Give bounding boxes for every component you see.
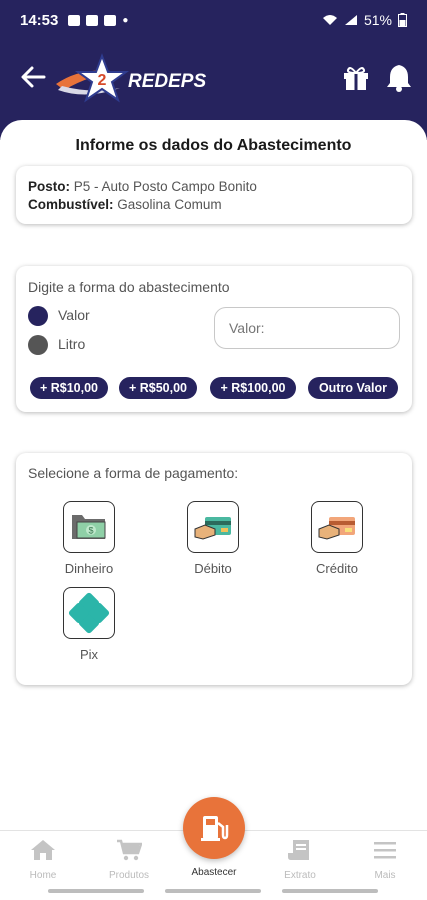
radio-valor-label[interactable]: Valor <box>58 307 90 323</box>
status-time: 14:53 <box>20 11 59 29</box>
bell-icon[interactable] <box>385 62 413 92</box>
nav-home[interactable]: Home <box>8 839 78 881</box>
dot-icon: ● <box>122 14 129 26</box>
chip-add-100[interactable]: + R$100,00 <box>210 377 296 399</box>
payment-debit-label: Débito <box>194 561 232 576</box>
combustivel-label: Combustível: <box>28 197 114 212</box>
supply-form-label: Digite a forma do abastecimento <box>28 279 230 295</box>
valor-input[interactable] <box>214 307 400 349</box>
nav-produtos[interactable]: Produtos <box>94 839 164 881</box>
credit-card-icon <box>318 517 355 540</box>
cash-icon: $ <box>72 515 106 539</box>
radio-litro-label[interactable]: Litro <box>58 336 85 352</box>
debit-box[interactable] <box>187 501 239 553</box>
combustivel-row: Combustível: Gasolina Comum <box>28 196 400 214</box>
radio-valor[interactable] <box>28 306 48 326</box>
gesture-bar-center <box>165 889 261 893</box>
credit-box[interactable] <box>311 501 363 553</box>
brand-logo[interactable]: 2 REDEPS <box>52 50 222 108</box>
nav-home-label: Home <box>29 870 57 881</box>
status-bar: 14:53 ● 51% <box>0 0 427 40</box>
menu-icon <box>374 842 396 859</box>
svg-text:2: 2 <box>98 72 107 89</box>
nav-mais[interactable]: Mais <box>350 839 420 881</box>
nav-mais-label: Mais <box>374 870 396 881</box>
gallery-icon <box>68 14 81 26</box>
gift-icon[interactable] <box>342 64 370 92</box>
gesture-bar-left <box>48 889 144 893</box>
payment-credit-label: Crédito <box>316 561 358 576</box>
supply-form-card: Digite a forma do abastecimento Valor Li… <box>16 266 412 412</box>
payment-pix[interactable]: Pix <box>44 587 134 662</box>
notification-icons: ● <box>68 14 129 26</box>
posto-value: P5 - Auto Posto Campo Bonito <box>73 179 257 194</box>
nav-extrato[interactable]: Extrato <box>265 839 335 881</box>
payment-label: Selecione a forma de pagamento: <box>28 465 239 481</box>
posto-label: Posto: <box>28 179 70 194</box>
battery-icon <box>398 13 407 27</box>
fuel-pump-icon <box>201 816 229 841</box>
back-arrow-icon[interactable] <box>18 62 48 92</box>
receipt-icon <box>288 840 309 860</box>
nav-abastecer[interactable]: Abastecer <box>179 861 249 878</box>
svg-text:$: $ <box>88 526 93 536</box>
posto-row: Posto: P5 - Auto Posto Campo Bonito <box>28 178 400 196</box>
payment-credit[interactable]: Crédito <box>292 501 382 576</box>
signal-icon <box>344 15 357 25</box>
chip-outro-valor[interactable]: Outro Valor <box>308 377 398 399</box>
nav-produtos-label: Produtos <box>108 870 150 881</box>
cart-icon <box>117 839 143 861</box>
page-title: Informe os dados do Abastecimento <box>75 137 352 154</box>
payment-cash[interactable]: $ Dinheiro <box>44 501 134 576</box>
abastecer-fab[interactable] <box>183 797 245 859</box>
nav-abastecer-label: Abastecer <box>191 867 237 878</box>
payment-cash-label: Dinheiro <box>64 561 114 576</box>
cash-box[interactable]: $ <box>63 501 115 553</box>
debit-card-icon <box>194 517 231 540</box>
logo-text: REDEPS <box>128 71 206 92</box>
payment-card: Selecione a forma de pagamento: $ Dinhei… <box>16 453 412 685</box>
radio-litro[interactable] <box>28 335 48 355</box>
combustivel-value: Gasolina Comum <box>117 197 222 212</box>
pix-box[interactable] <box>63 587 115 639</box>
home-icon <box>31 840 55 860</box>
wifi-icon <box>322 15 337 25</box>
gesture-bar-right <box>282 889 378 893</box>
chip-add-50[interactable]: + R$50,00 <box>119 377 197 399</box>
battery-level: 51% <box>363 12 392 28</box>
nav-extrato-label: Extrato <box>284 870 316 881</box>
fuel-info-card: Posto: P5 - Auto Posto Campo Bonito Comb… <box>16 166 412 224</box>
payment-debit[interactable]: Débito <box>168 501 258 576</box>
payment-pix-label: Pix <box>79 647 99 662</box>
system-icons: 51% <box>322 12 407 28</box>
pix-icon <box>68 592 110 634</box>
message-icon <box>86 14 99 26</box>
app-notification-icon <box>104 14 117 26</box>
chip-add-10[interactable]: + R$10,00 <box>30 377 108 399</box>
